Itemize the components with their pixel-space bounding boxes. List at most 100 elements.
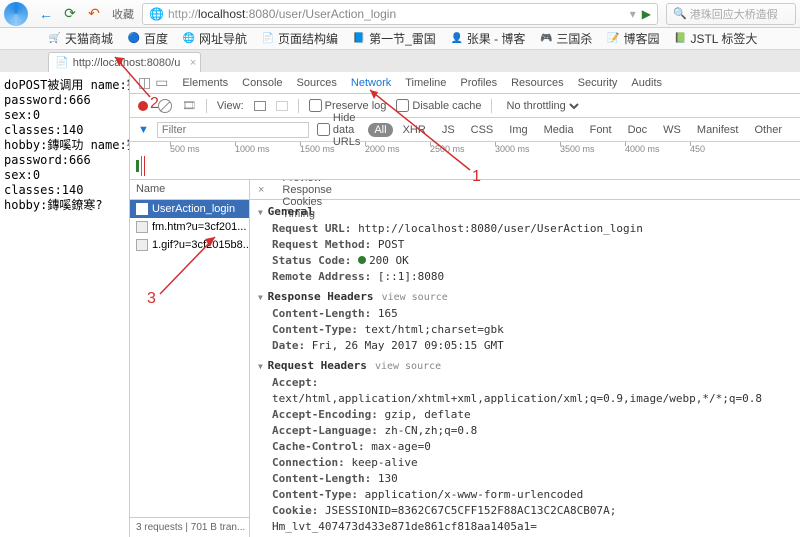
- response-headers-section: Response Headersview source Content-Leng…: [258, 289, 792, 354]
- filter-xhr[interactable]: XHR: [397, 123, 432, 137]
- url-protocol: http://: [168, 7, 198, 21]
- back-button[interactable]: ←: [36, 4, 56, 24]
- bookmark-icon: 📝: [606, 32, 620, 46]
- url-dropdown-icon[interactable]: ▾: [630, 7, 636, 21]
- bookmark-item[interactable]: 📗JSTL 标签大: [673, 30, 757, 47]
- console-output: doPOST被调用 name:寮犱笁 password:666 sex:0 cl…: [0, 72, 129, 537]
- dock-controls[interactable]: ◫ ▭: [138, 74, 168, 91]
- devtools-tab-security[interactable]: Security: [578, 77, 618, 89]
- timeline-bar: [136, 160, 139, 172]
- tab-title: http://localhost:8080/u: [73, 57, 181, 69]
- record-button[interactable]: [138, 101, 148, 111]
- bookmark-label: 第一节_雷国: [369, 30, 436, 47]
- bookmark-item[interactable]: 📘第一节_雷国: [352, 30, 436, 47]
- search-bar[interactable]: 🔍 港珠回应大桥造假: [666, 3, 796, 25]
- devtools-tab-profiles[interactable]: Profiles: [460, 77, 497, 89]
- browser-logo: [4, 2, 28, 26]
- response-headers-header[interactable]: Response Headersview source: [258, 289, 792, 306]
- header-row: Remote Address: [::1]:8080: [258, 269, 792, 285]
- request-headers-section: Request Headersview source Accept: text/…: [258, 358, 792, 537]
- browser-tab[interactable]: 📄 http://localhost:8080/u ×: [48, 52, 201, 72]
- capture-icon[interactable]: 🎞: [182, 99, 196, 112]
- bookmark-label: 博客园: [623, 30, 659, 47]
- timeline-tick: 1000 ms: [235, 144, 270, 154]
- request-list: Name UserAction_login fm.htm?u=3cf201...1…: [130, 180, 250, 537]
- close-detail-icon[interactable]: ×: [250, 184, 272, 196]
- request-row[interactable]: fm.htm?u=3cf201...: [130, 218, 249, 236]
- bookmark-label: JSTL 标签大: [690, 30, 757, 47]
- bookmark-item[interactable]: 👤张果 - 博客: [450, 30, 526, 47]
- devtools-tab-elements[interactable]: Elements: [182, 77, 228, 89]
- page-body: doPOST被调用 name:寮犱笁 password:666 sex:0 cl…: [0, 72, 800, 537]
- filter-js[interactable]: JS: [436, 123, 461, 137]
- view-label: View:: [217, 100, 244, 112]
- header-row: Request URL: http://localhost:8080/user/…: [258, 221, 792, 237]
- bookmark-item[interactable]: 🛒天猫商城: [48, 30, 113, 47]
- throttling-select[interactable]: No throttling: [502, 99, 582, 113]
- devtools-tab-console[interactable]: Console: [242, 77, 282, 89]
- bookmark-icon: 📄: [261, 32, 275, 46]
- filter-media[interactable]: Media: [538, 123, 580, 137]
- url-path: :8080/user/UserAction_login: [245, 7, 396, 21]
- favorite-label[interactable]: 收藏: [112, 6, 134, 22]
- bookmark-item[interactable]: 📝博客园: [606, 30, 659, 47]
- disable-cache-check[interactable]: Disable cache: [396, 99, 481, 112]
- devtools-panel: ◫ ▭ Elements Console Sources Network Timelin…: [129, 72, 800, 537]
- refresh-button[interactable]: ⟳: [60, 4, 80, 24]
- bookmark-item[interactable]: 📄页面结构编: [261, 30, 338, 47]
- filter-other[interactable]: Other: [748, 123, 788, 137]
- undo-button[interactable]: ↶: [84, 4, 104, 24]
- header-row: Status Code: 200 OK: [258, 253, 792, 269]
- devtools-tab-network[interactable]: Network: [351, 77, 391, 89]
- header-row: Date: Fri, 26 May 2017 09:05:15 GMT: [258, 338, 792, 354]
- timeline-tick: 1500 ms: [300, 144, 335, 154]
- filter-css[interactable]: CSS: [465, 123, 500, 137]
- bookmark-item[interactable]: 🌐网址导航: [182, 30, 247, 47]
- url-bar[interactable]: 🌐 http:// localhost :8080/user/UserActio…: [142, 3, 658, 25]
- request-name: UserAction_login: [152, 203, 235, 215]
- bookmark-item[interactable]: 🔵百度: [127, 30, 168, 47]
- funnel-icon[interactable]: ▼: [138, 124, 149, 136]
- separator: [298, 99, 299, 113]
- header-row: Content-Length: 165: [258, 306, 792, 322]
- devtools-tab-timeline[interactable]: Timeline: [405, 77, 446, 89]
- filter-input[interactable]: [157, 122, 309, 138]
- file-icon: [136, 221, 148, 233]
- detail-tab-response[interactable]: Response: [272, 184, 342, 196]
- request-headers-header[interactable]: Request Headersview source: [258, 358, 792, 375]
- filter-all[interactable]: All: [368, 123, 392, 137]
- devtools-tab-resources[interactable]: Resources: [511, 77, 564, 89]
- request-row[interactable]: UserAction_login: [130, 200, 249, 218]
- bookmark-icon: 📗: [673, 32, 687, 46]
- tab-close-icon[interactable]: ×: [190, 57, 196, 69]
- filter-manifest[interactable]: Manifest: [691, 123, 745, 137]
- timeline-tick: 500 ms: [170, 144, 200, 154]
- filter-img[interactable]: Img: [503, 123, 533, 137]
- devtools-tab-sources[interactable]: Sources: [297, 77, 337, 89]
- url-go-icon[interactable]: ▶: [642, 7, 651, 21]
- bookmark-label: 网址导航: [199, 30, 247, 47]
- header-row: Cache-Control: max-age=0: [258, 439, 792, 455]
- name-column-header[interactable]: Name: [130, 180, 249, 200]
- detail-tabs: × HeadersPreviewResponseCookiesTiming: [250, 180, 800, 200]
- file-icon: [136, 203, 148, 215]
- network-timeline[interactable]: 500 ms1000 ms1500 ms2000 ms2500 ms3000 m…: [130, 142, 800, 180]
- bookmarks-bar: 🛒天猫商城 🔵百度 🌐网址导航 📄页面结构编 📘第一节_雷国 👤张果 - 博客 🎮三国杀 📝博…: [0, 28, 800, 50]
- preserve-log-check[interactable]: Preserve log: [309, 99, 387, 112]
- filter-doc[interactable]: Doc: [622, 123, 654, 137]
- browser-toolbar: ← ⟳ ↶ 收藏 🌐 http:// localhost :8080/user/…: [0, 0, 800, 28]
- clear-button[interactable]: [158, 99, 172, 113]
- bookmark-item[interactable]: 🎮三国杀: [539, 30, 592, 47]
- filter-font[interactable]: Font: [584, 123, 618, 137]
- request-row[interactable]: 1.gif?u=3cf2015b8...: [130, 236, 249, 254]
- devtools-tab-audits[interactable]: Audits: [631, 77, 662, 89]
- bookmark-label: 天猫商城: [65, 30, 113, 47]
- search-icon: 🔍: [673, 7, 687, 20]
- small-rows-icon[interactable]: [276, 101, 288, 111]
- header-row: Accept-Encoding: gzip, deflate: [258, 407, 792, 423]
- header-row: Request Method: POST: [258, 237, 792, 253]
- general-header[interactable]: General: [258, 204, 792, 221]
- timeline-marker: [141, 156, 142, 176]
- large-rows-icon[interactable]: [254, 101, 266, 111]
- filter-ws[interactable]: WS: [657, 123, 687, 137]
